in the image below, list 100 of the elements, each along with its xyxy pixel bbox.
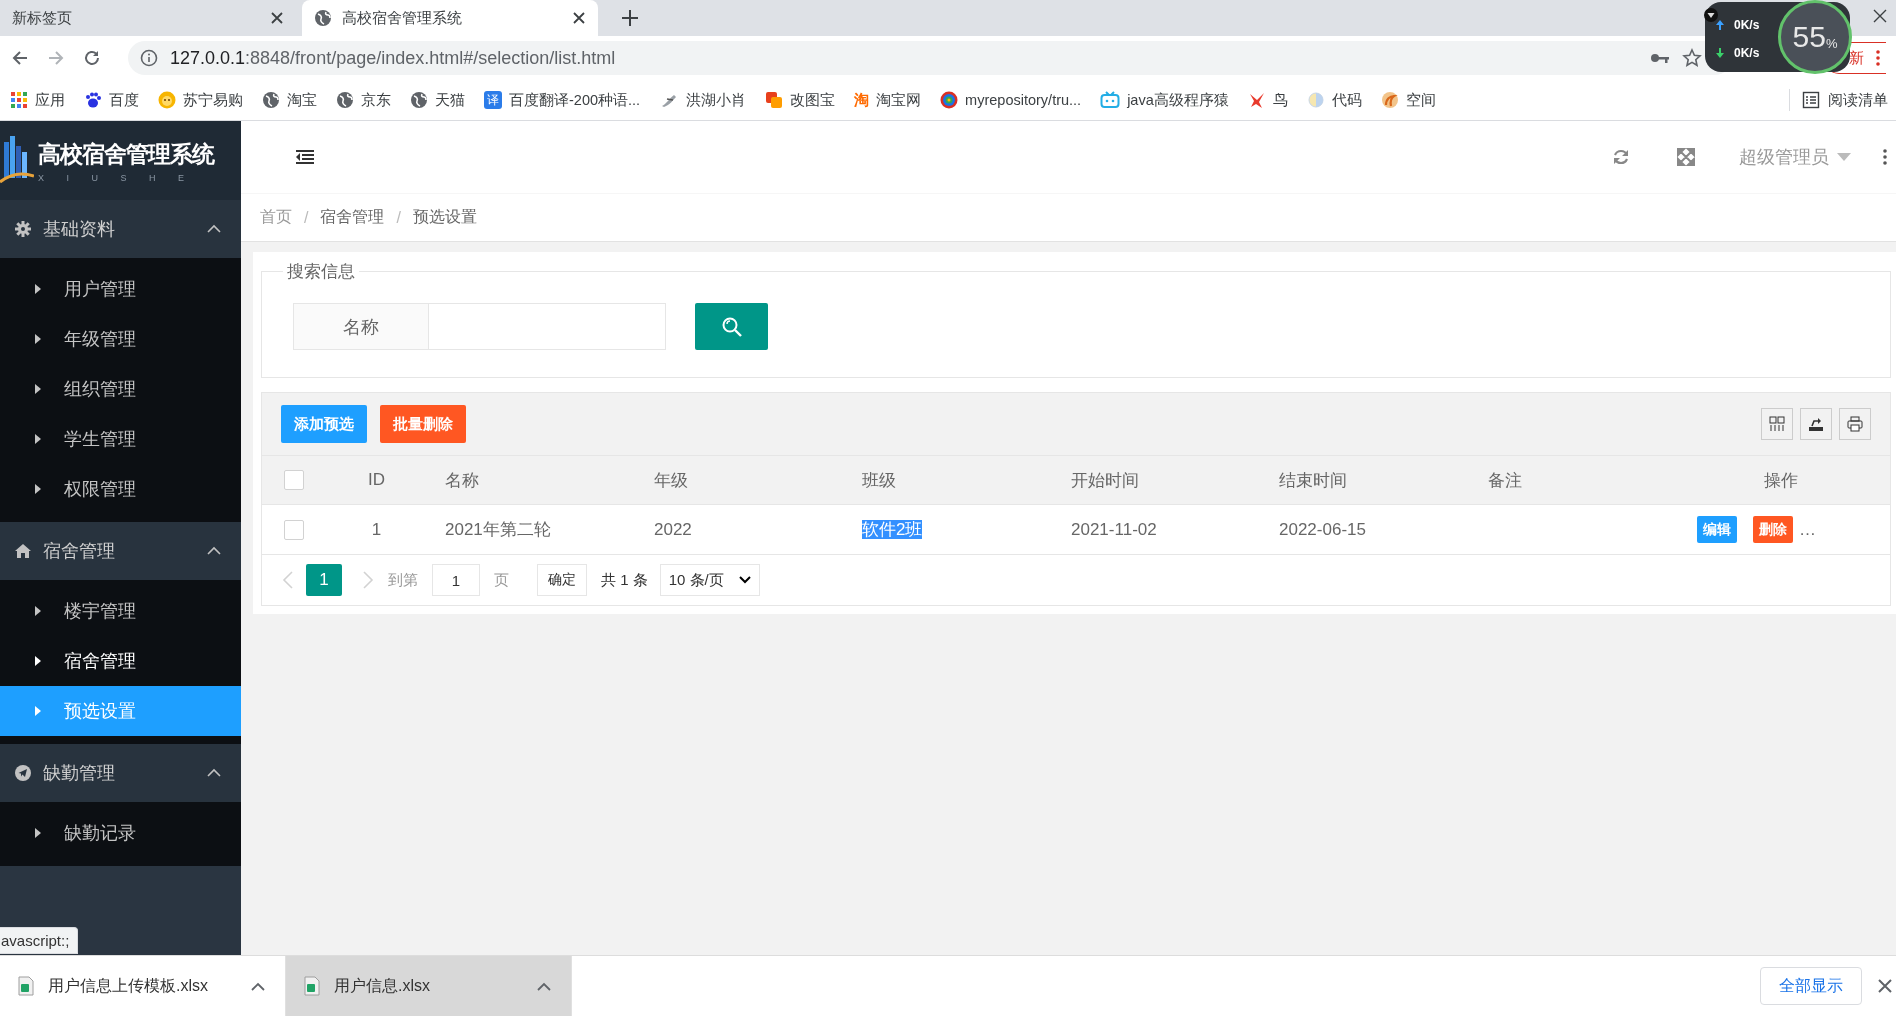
browser-tab[interactable]: 新标签页: [0, 0, 296, 36]
goto-label: 到第: [388, 570, 418, 590]
logo-subtitle: X I U S H E: [38, 172, 195, 183]
menu-item[interactable]: 年级管理: [0, 314, 241, 364]
breadcrumb-link[interactable]: 预选设置: [412, 207, 477, 228]
caret-right-icon: [35, 656, 41, 666]
menu-item[interactable]: 组织管理: [0, 364, 241, 414]
columns-button[interactable]: [1761, 408, 1793, 440]
bookmark[interactable]: 译 百度翻译-200种语...: [484, 90, 641, 110]
bookmark[interactable]: 苏宁易购: [158, 90, 243, 110]
more-icon[interactable]: [1883, 149, 1887, 165]
bookmark[interactable]: 应用: [10, 90, 65, 110]
table-cell-text: 2022-06-15: [1278, 519, 1367, 540]
refresh-icon[interactable]: [1612, 148, 1630, 166]
browser-tab[interactable]: 高校宿舍管理系统: [302, 0, 598, 36]
table-cell-text: 2022: [653, 519, 693, 540]
more-icon: [1876, 50, 1880, 66]
selected-text: 软件2班: [862, 520, 923, 539]
close-icon[interactable]: [1878, 979, 1892, 993]
upload-speed: 0K/s: [1734, 18, 1760, 32]
bird-icon: [1247, 91, 1266, 109]
table-cell-text: 2021-11-02: [1070, 519, 1158, 540]
chevron-up-icon: [207, 768, 221, 778]
more-link[interactable]: …: [1799, 519, 1816, 540]
bookmark[interactable]: 改图宝: [765, 90, 836, 110]
name-input-field[interactable]: [429, 303, 666, 350]
bookmark[interactable]: java高级程序猿: [1100, 90, 1229, 110]
dropdown-icon[interactable]: [1704, 8, 1718, 22]
globe-icon: [336, 91, 354, 109]
apps-grid-icon: [10, 91, 28, 109]
key-icon[interactable]: [1650, 51, 1670, 65]
paw-icon: [84, 91, 102, 109]
window-close-icon[interactable]: [1872, 8, 1888, 24]
bookmark[interactable]: 京东: [336, 90, 391, 110]
chevron-down-icon: [738, 576, 751, 584]
breadcrumb-link[interactable]: 宿舍管理: [320, 207, 385, 228]
show-all-button[interactable]: 全部显示: [1760, 967, 1862, 1005]
row-checkbox[interactable]: [284, 519, 304, 540]
bookmark[interactable]: 代码: [1306, 90, 1362, 110]
reload-icon[interactable]: [82, 48, 102, 68]
search-legend: 搜索信息: [283, 260, 359, 283]
overlapping-squares-icon: [765, 91, 784, 109]
list-icon: [1802, 91, 1820, 109]
confirm-button[interactable]: 确定: [537, 564, 587, 596]
menu-toggle-icon[interactable]: [296, 150, 314, 164]
caret-right-icon: [35, 334, 41, 344]
star-icon[interactable]: [1682, 48, 1702, 68]
print-icon: [1847, 416, 1863, 432]
caret-right-icon: [35, 484, 41, 494]
columns-icon: [1769, 416, 1785, 432]
bookmark[interactable]: myrepository/tru...: [940, 91, 1082, 109]
chevron-up-icon: [207, 546, 221, 556]
home-icon: [15, 543, 31, 559]
bookmark[interactable]: 淘 淘宝网: [854, 90, 922, 110]
close-icon[interactable]: [270, 11, 284, 25]
close-icon[interactable]: [572, 11, 586, 25]
column-header: ID: [367, 470, 386, 490]
field-label: 名称: [293, 303, 429, 350]
tv-icon: [1100, 91, 1121, 109]
page-size-select[interactable]: 10 条/页: [659, 564, 760, 596]
bookmark[interactable]: 洪湖小肖: [659, 90, 747, 110]
menu-item[interactable]: 楼宇管理: [0, 586, 241, 636]
chevron-up-icon: [251, 981, 265, 991]
page-button[interactable]: 1: [306, 564, 342, 596]
chevron-up-icon: [537, 981, 551, 991]
menu-item[interactable]: 宿舍管理: [0, 636, 241, 686]
bookmark[interactable]: 天猫: [410, 90, 465, 110]
paper-plane-icon: [15, 765, 31, 781]
bookmark[interactable]: 空间: [1380, 90, 1436, 110]
select-all-checkbox[interactable]: [284, 470, 304, 490]
swirl-icon: [1380, 91, 1399, 109]
column-header: 年级: [653, 469, 689, 492]
caret-right-icon: [35, 434, 41, 444]
globe-icon: [314, 9, 332, 27]
globe-icon: [410, 91, 428, 109]
bookmark[interactable]: 百度: [84, 90, 139, 110]
menu-item[interactable]: 权限管理: [0, 464, 241, 514]
download-speed: 0K/s: [1734, 46, 1760, 60]
bookmark[interactable]: 淘宝: [262, 90, 317, 110]
taobao-glyph-icon: 淘: [854, 90, 870, 110]
menu-item[interactable]: 学生管理: [0, 414, 241, 464]
reading-list-button[interactable]: 阅读清单: [1789, 89, 1896, 111]
bookmark[interactable]: 鸟: [1247, 90, 1288, 110]
breadcrumb-separator: /: [396, 208, 401, 227]
status-url-label: avascript:;: [1, 932, 70, 949]
fullscreen-icon[interactable]: [1677, 148, 1695, 166]
page-input-field[interactable]: 1: [432, 564, 480, 596]
caret-right-icon: [35, 706, 41, 716]
download-item[interactable]: 用户信息.xlsx: [286, 956, 572, 1016]
print-button[interactable]: [1839, 408, 1871, 440]
spreadsheet-file-icon: [304, 976, 320, 996]
upload-arrow-icon: [1716, 20, 1724, 30]
export-button[interactable]: [1800, 408, 1832, 440]
menu-item[interactable]: 用户管理: [0, 264, 241, 314]
table-cell-text: 1: [370, 519, 383, 540]
logo-title: 高校宿舍管理系统: [38, 138, 214, 169]
column-header: 班级: [861, 469, 897, 492]
search-button[interactable]: [695, 303, 768, 350]
total-count: 共 1 条: [601, 570, 648, 590]
info-icon: [140, 49, 158, 67]
